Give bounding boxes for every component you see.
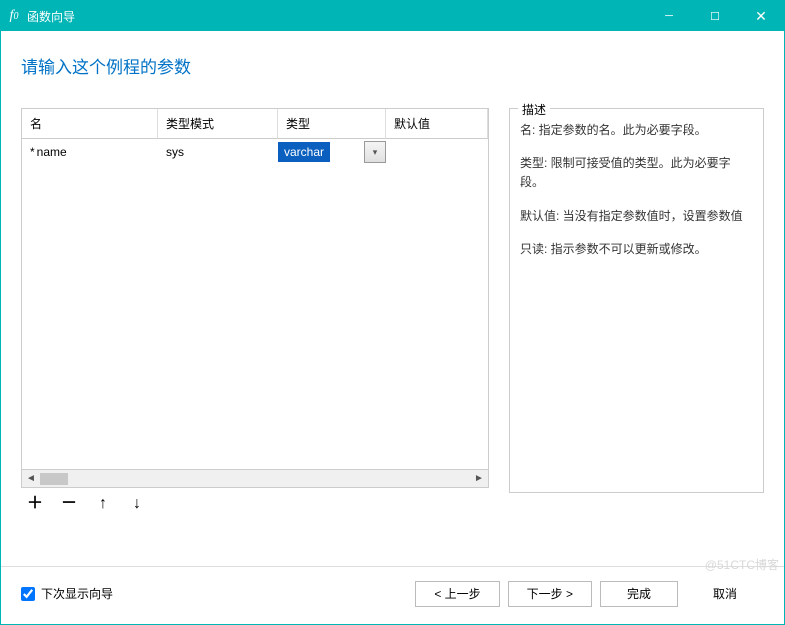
scroll-right-button[interactable]: ► bbox=[470, 470, 488, 488]
horizontal-scrollbar[interactable]: ◄ ► bbox=[22, 469, 488, 487]
description-legend: 描述 bbox=[518, 101, 550, 118]
add-row-button[interactable]: ＋ bbox=[27, 496, 43, 512]
maximize-button[interactable]: ☐ bbox=[692, 1, 738, 31]
cell-default[interactable] bbox=[386, 149, 488, 155]
scroll-thumb[interactable] bbox=[40, 473, 68, 485]
cell-name-value: name bbox=[37, 145, 67, 159]
header-mode[interactable]: 类型模式 bbox=[158, 109, 278, 139]
titlebar: f0 函数向导 ─ ☐ ✕ bbox=[1, 1, 784, 31]
description-fieldset: 描述 名: 指定参数的名。此为必要字段。 类型: 限制可接受值的类型。此为必要字… bbox=[509, 108, 764, 493]
row-toolbar: ＋ － ↑ ↓ bbox=[21, 488, 489, 520]
type-selected-value: varchar bbox=[278, 142, 330, 162]
footer-bar: 下次显示向导 < 上一步 下一步 > 完成 取消 bbox=[1, 566, 784, 620]
remove-row-button[interactable]: － bbox=[61, 496, 77, 512]
close-button[interactable]: ✕ bbox=[738, 1, 784, 31]
cell-name[interactable]: *name bbox=[22, 142, 158, 162]
header-default[interactable]: 默认值 bbox=[386, 109, 488, 139]
parameters-table: 名 类型模式 类型 默认值 *name sys varchar ▾ ◄ bbox=[21, 108, 489, 488]
show-next-time-label: 下次显示向导 bbox=[41, 585, 113, 602]
cell-mode[interactable]: sys bbox=[158, 142, 278, 162]
app-icon: f0 bbox=[1, 8, 27, 24]
header-name[interactable]: 名 bbox=[22, 109, 158, 139]
next-button[interactable]: 下一步 > bbox=[508, 581, 592, 607]
content-area: 名 类型模式 类型 默认值 *name sys varchar ▾ ◄ bbox=[1, 88, 784, 538]
table-body: *name sys varchar ▾ bbox=[22, 139, 488, 469]
finish-button[interactable]: 完成 bbox=[600, 581, 678, 607]
type-dropdown-button[interactable]: ▾ bbox=[364, 141, 386, 163]
move-up-button[interactable]: ↑ bbox=[95, 496, 111, 512]
description-panel: 描述 名: 指定参数的名。此为必要字段。 类型: 限制可接受值的类型。此为必要字… bbox=[509, 108, 764, 538]
scroll-track[interactable] bbox=[40, 472, 470, 486]
show-next-time-input[interactable] bbox=[21, 587, 35, 601]
description-name: 名: 指定参数的名。此为必要字段。 bbox=[520, 121, 753, 140]
show-next-time-checkbox[interactable]: 下次显示向导 bbox=[21, 585, 407, 602]
page-heading: 请输入这个例程的参数 bbox=[1, 31, 784, 88]
table-header-row: 名 类型模式 类型 默认值 bbox=[22, 109, 488, 139]
back-button[interactable]: < 上一步 bbox=[415, 581, 499, 607]
description-type: 类型: 限制可接受值的类型。此为必要字段。 bbox=[520, 154, 753, 192]
move-down-button[interactable]: ↓ bbox=[129, 496, 145, 512]
cancel-button[interactable]: 取消 bbox=[686, 581, 764, 607]
description-default: 默认值: 当没有指定参数值时，设置参数值 bbox=[520, 207, 753, 226]
table-row[interactable]: *name sys varchar ▾ bbox=[22, 139, 488, 165]
window-title: 函数向导 bbox=[27, 8, 646, 25]
scroll-left-button[interactable]: ◄ bbox=[22, 470, 40, 488]
parameters-panel: 名 类型模式 类型 默认值 *name sys varchar ▾ ◄ bbox=[21, 108, 489, 538]
required-marker: * bbox=[30, 145, 35, 159]
cell-type[interactable]: varchar ▾ bbox=[278, 141, 386, 163]
header-type[interactable]: 类型 bbox=[278, 109, 386, 139]
description-readonly: 只读: 指示参数不可以更新或修改。 bbox=[520, 240, 753, 259]
minimize-button[interactable]: ─ bbox=[646, 1, 692, 31]
